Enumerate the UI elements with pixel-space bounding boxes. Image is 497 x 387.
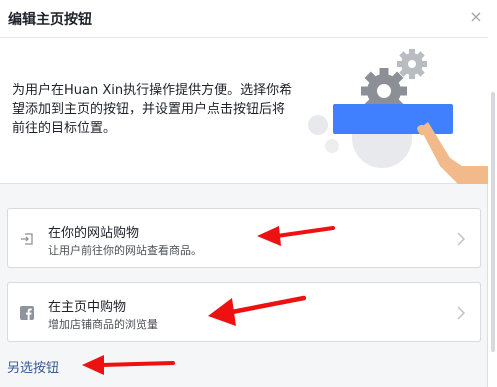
external-link-icon [21,233,33,245]
edit-page-button-dialog: 编辑主页按钮 × 为用户在Huan Xin执行操作提供方便。选择你希望添加到主页… [0,0,488,387]
scrollbar[interactable] [488,0,497,387]
option-subtitle: 让用户前往你的网站查看商品。 [48,244,202,257]
intro-section: 为用户在Huan Xin执行操作提供方便。选择你希望添加到主页的按钮，并设置用户… [0,38,488,184]
option-shop-on-page[interactable]: 在主页中购物 增加店铺商品的浏览量 [7,282,481,342]
chevron-right-icon [457,232,466,246]
chevron-right-icon [457,306,466,320]
dialog-header: 编辑主页按钮 × [0,0,488,38]
intro-text: 为用户在Huan Xin执行操作提供方便。选择你希望添加到主页的按钮，并设置用户… [12,83,293,136]
dialog-title: 编辑主页按钮 [8,12,92,28]
option-shop-on-website[interactable]: 在你的网站购物 让用户前往你的网站查看商品。 [7,208,481,268]
option-subtitle: 增加店铺商品的浏览量 [48,318,158,331]
scrollbar-thumb[interactable] [491,92,495,352]
option-title: 在主页中购物 [48,300,127,315]
choose-other-button-link[interactable]: 另选按钮 [7,357,59,376]
close-icon[interactable]: × [468,7,484,27]
facebook-icon [20,306,34,320]
gear-and-hand-pointer-illustration [308,49,488,184]
option-title: 在你的网站购物 [48,226,140,241]
